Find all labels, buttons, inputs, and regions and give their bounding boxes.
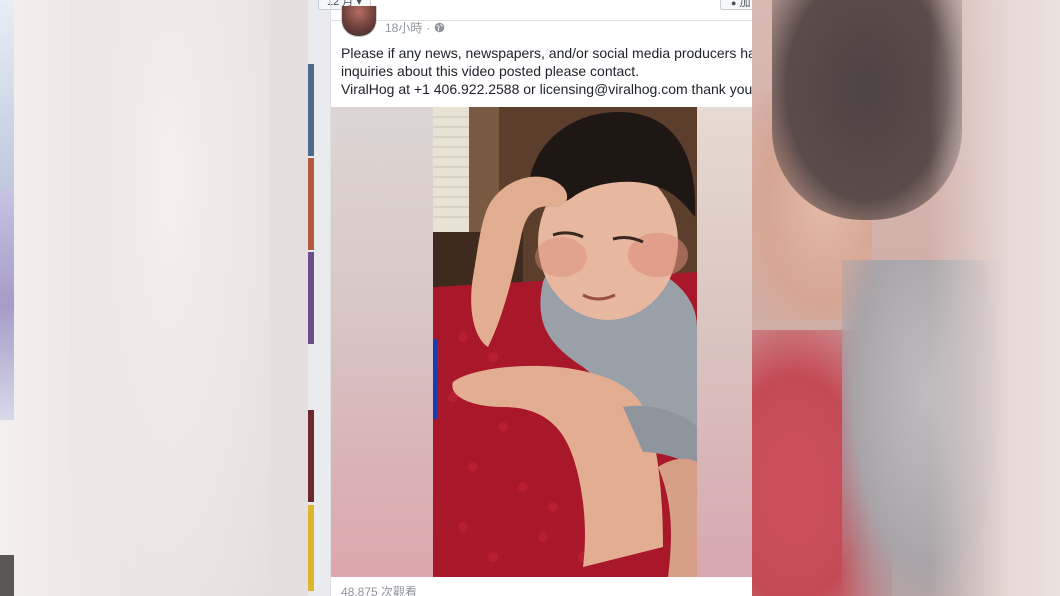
thumbnail[interactable]: [308, 252, 314, 344]
blurred-background-left: [0, 0, 308, 596]
post-message-line: Please if any news, newspapers, and/or s…: [341, 45, 752, 61]
blurred-background-right: [752, 0, 1060, 596]
blurred-edge: [930, 0, 1060, 596]
video-frame: [433, 107, 697, 577]
view-count: 48,875 次觀看: [341, 585, 418, 596]
thumbnail[interactable]: [308, 410, 314, 502]
video-letterbox-left: [331, 107, 433, 577]
post-message: Please if any news, newspapers, and/or s…: [341, 44, 752, 98]
video-player[interactable]: [331, 107, 752, 577]
post-time[interactable]: 18小時: [385, 19, 422, 36]
globe-icon[interactable]: [434, 22, 445, 33]
blurred-sidebar-strip: [0, 0, 14, 190]
post-message-line: ViralHog at +1 406.922.2588 or licensing…: [341, 81, 752, 97]
thumbnail[interactable]: [308, 505, 314, 591]
post-meta: 18小時 ·: [385, 19, 445, 36]
left-thumbnail-column: [308, 0, 330, 596]
facebook-post-screenshot: 12 月 ▾ ● 加 18小時 · Please if any news, ne…: [308, 0, 752, 596]
blurred-sidebar-strip: [0, 555, 14, 596]
blurred-sidebar-strip: [0, 190, 14, 420]
post-message-line: inquiries about this video posted please…: [341, 63, 640, 79]
post-card: 18小時 · Please if any news, newspapers, a…: [330, 0, 752, 596]
avatar[interactable]: [341, 6, 377, 37]
thumbnail[interactable]: [308, 64, 314, 156]
video-letterbox-right: [697, 107, 752, 577]
meta-separator: ·: [426, 20, 431, 35]
video-thumbnail-image: [433, 107, 697, 577]
thumbnail[interactable]: [308, 158, 314, 250]
blurred-haze: [70, 0, 270, 596]
